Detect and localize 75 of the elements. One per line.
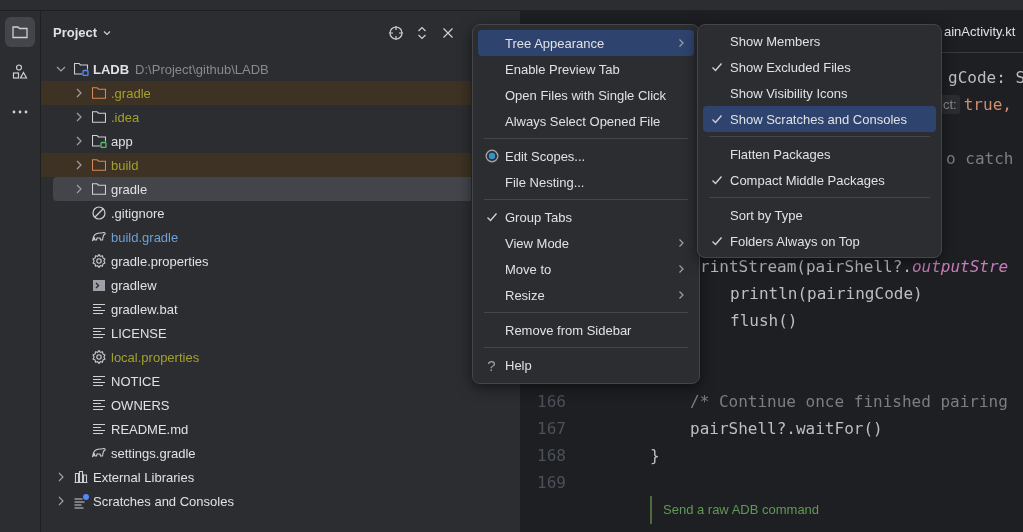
text-file-icon — [93, 424, 105, 434]
project-tool-button[interactable] — [5, 17, 35, 47]
code-text: true, — [963, 95, 1012, 114]
text-file-icon — [93, 376, 105, 386]
elephant-icon — [92, 448, 106, 458]
tree-item[interactable]: .idea — [53, 105, 471, 129]
text-file-icon — [93, 304, 105, 314]
folder-icon — [92, 183, 106, 195]
module-folder-icon — [73, 62, 89, 76]
tree-item[interactable]: OWNERS — [53, 393, 471, 417]
tree-item[interactable]: gradle.properties — [53, 249, 471, 273]
code-comment: o catch — [946, 149, 1014, 168]
folder-icon — [11, 23, 29, 41]
tree-item[interactable]: gradlew.bat — [53, 297, 471, 321]
menu-item[interactable]: Show Scratches and Consoles — [703, 106, 936, 132]
menu-item[interactable]: Compact Middle Packages — [703, 167, 936, 193]
more-icon — [12, 110, 28, 114]
tree-item[interactable]: local.properties — [53, 345, 471, 369]
menu-item[interactable]: Folders Always on Top — [703, 228, 936, 254]
menu-item[interactable]: Enable Preview Tab — [478, 56, 694, 82]
gear-icon — [92, 350, 106, 364]
elephant-icon — [92, 232, 106, 242]
folder-icon — [92, 159, 106, 171]
tree-item[interactable]: LICENSE — [53, 321, 471, 345]
tree-item[interactable]: External Libraries — [53, 465, 471, 489]
menu-item[interactable]: Resize — [478, 282, 694, 308]
terminal-icon — [93, 279, 105, 291]
menu-item[interactable]: Edit Scopes... — [478, 143, 694, 169]
folder-icon — [92, 111, 106, 123]
menu-item[interactable]: Sort by Type — [703, 202, 936, 228]
tree-item[interactable]: build.gradle — [53, 225, 471, 249]
shapes-icon — [11, 63, 29, 81]
menu-item[interactable]: Always Select Opened File — [478, 108, 694, 134]
radio-icon — [484, 149, 499, 163]
menu-item[interactable]: Show Visibility Icons — [703, 80, 936, 106]
tree-item[interactable]: NOTICE — [53, 369, 471, 393]
tree-item[interactable]: README.md — [53, 417, 471, 441]
help-icon: ? — [487, 356, 496, 374]
editor-tab[interactable]: ainActivity.kt — [944, 24, 1016, 39]
library-icon — [74, 471, 88, 483]
locate-icon[interactable] — [388, 24, 404, 41]
text-file-icon — [93, 328, 105, 338]
menu-item[interactable]: ? Help — [478, 352, 694, 378]
menu-item[interactable]: Show Excluded Files — [703, 54, 936, 80]
menu-item[interactable]: File Nesting... — [478, 169, 694, 195]
prohibited-icon — [92, 206, 106, 220]
menu-item[interactable]: View Mode — [478, 230, 694, 256]
gear-icon — [92, 254, 106, 268]
scratches-icon — [73, 493, 89, 509]
menu-item[interactable]: Group Tabs — [478, 204, 694, 230]
code-text: rintStream(pairShell?. — [700, 257, 912, 276]
tree-item[interactable]: gradle — [53, 177, 471, 201]
code-comment: /* Continue once finished pairing — [690, 392, 1008, 411]
tree-item[interactable]: gradlew — [53, 273, 471, 297]
menu-item[interactable]: Remove from Sidebar — [478, 317, 694, 343]
menu-item[interactable]: Show Members — [703, 28, 936, 54]
project-view-dropdown[interactable]: Project — [53, 25, 113, 40]
tree-item[interactable]: app — [53, 129, 471, 153]
text-file-icon — [93, 400, 105, 410]
tree-item[interactable]: .gitignore — [53, 201, 471, 225]
code-text: println(pairingCode) — [730, 284, 923, 303]
folder-icon — [92, 87, 106, 99]
tree-item[interactable]: LADB D:\Project\github\LADB — [53, 57, 471, 81]
module-folder-icon — [91, 134, 107, 148]
tree-item[interactable]: Scratches and Consoles — [53, 489, 471, 513]
menu-item[interactable]: Tree Appearance — [478, 30, 694, 56]
menu-item[interactable]: Move to — [478, 256, 694, 282]
code-text: } — [650, 446, 660, 465]
tree-item[interactable]: settings.gradle — [53, 441, 471, 465]
code-text: flush() — [730, 311, 798, 330]
doc-comment: Send a raw ADB command — [650, 496, 820, 524]
menu-item[interactable]: Open Files with Single Click — [478, 82, 694, 108]
code-text: pairShell?.waitFor() — [690, 419, 883, 438]
code-text: outputStre — [911, 257, 1009, 276]
menu-item[interactable]: Flatten Packages — [703, 141, 936, 167]
